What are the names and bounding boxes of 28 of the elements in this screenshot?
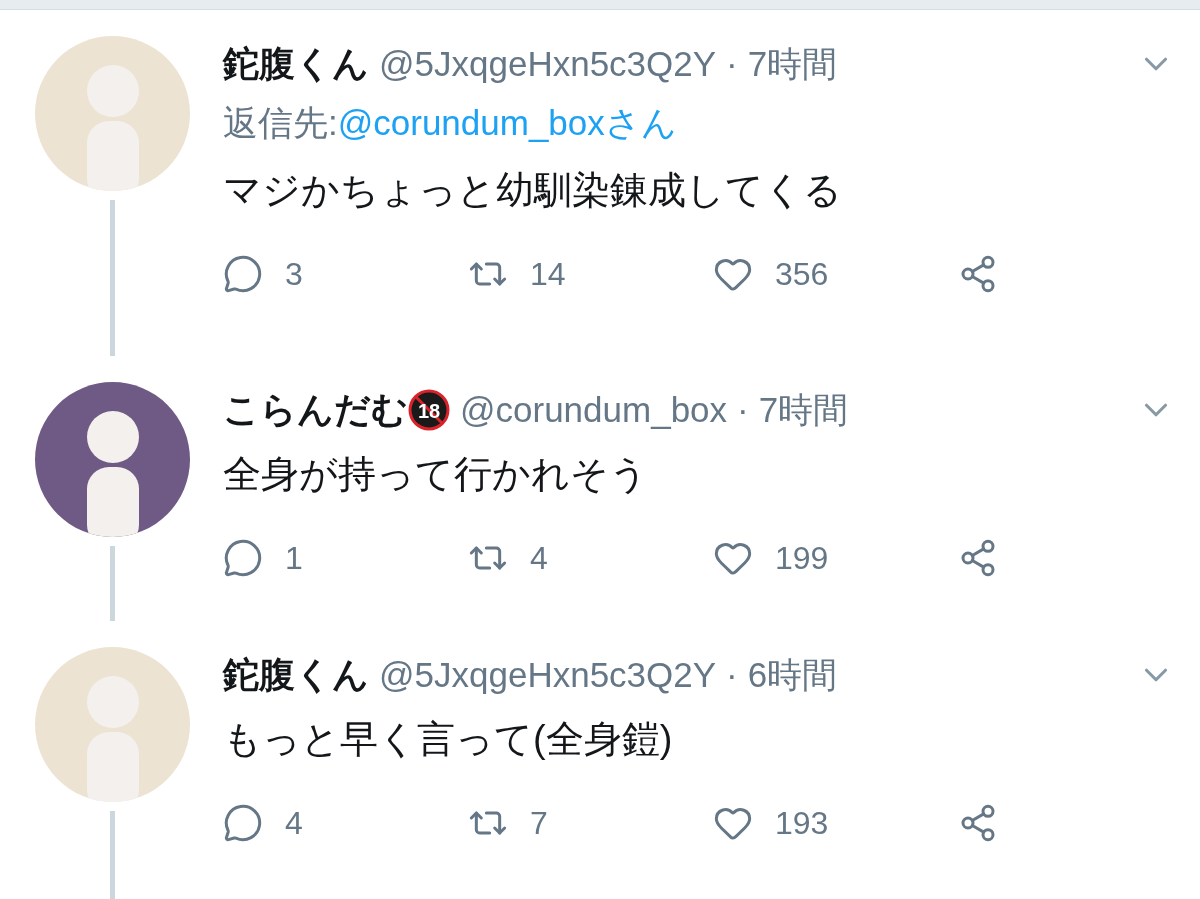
action-count: 356	[775, 255, 829, 293]
reply-icon[interactable]	[223, 803, 263, 843]
separator-dot: ·	[726, 655, 738, 695]
action-count: 4	[285, 804, 303, 842]
action-count: 3	[285, 255, 303, 293]
action-count: 199	[775, 539, 829, 577]
user-name[interactable]: 鉈腹くん	[223, 650, 369, 700]
timestamp: 6時間	[747, 653, 838, 696]
separator-dot: ·	[737, 390, 749, 430]
user-handle: @5JxqgeHxn5c3Q2Y	[379, 44, 717, 84]
action-count: 1	[285, 539, 303, 577]
user-handle: @corundum_box	[460, 390, 728, 430]
action-count: 4	[530, 539, 548, 577]
tweet-text: マジかちょっと幼馴染錬成してくる	[223, 168, 843, 213]
timestamp: 7時間	[747, 42, 838, 85]
reply-icon[interactable]	[223, 538, 263, 578]
action-count: 14	[530, 255, 566, 293]
tweet-text: 全身が持って行かれそう	[223, 452, 649, 497]
timestamp: 7時間	[758, 388, 849, 431]
tweet-text: もっと早く言って(全身鎧)	[223, 717, 674, 762]
reply-to-label: 返信先:	[223, 101, 338, 144]
user-name[interactable]: 鉈腹くん	[223, 39, 369, 89]
user-handle: @5JxqgeHxn5c3Q2Y	[379, 655, 717, 695]
action-count: 193	[775, 804, 829, 842]
reply-icon[interactable]	[223, 254, 263, 294]
user-name[interactable]: こらんだむ	[223, 385, 408, 435]
separator-dot: ·	[726, 44, 738, 84]
action-count: 7	[530, 804, 548, 842]
